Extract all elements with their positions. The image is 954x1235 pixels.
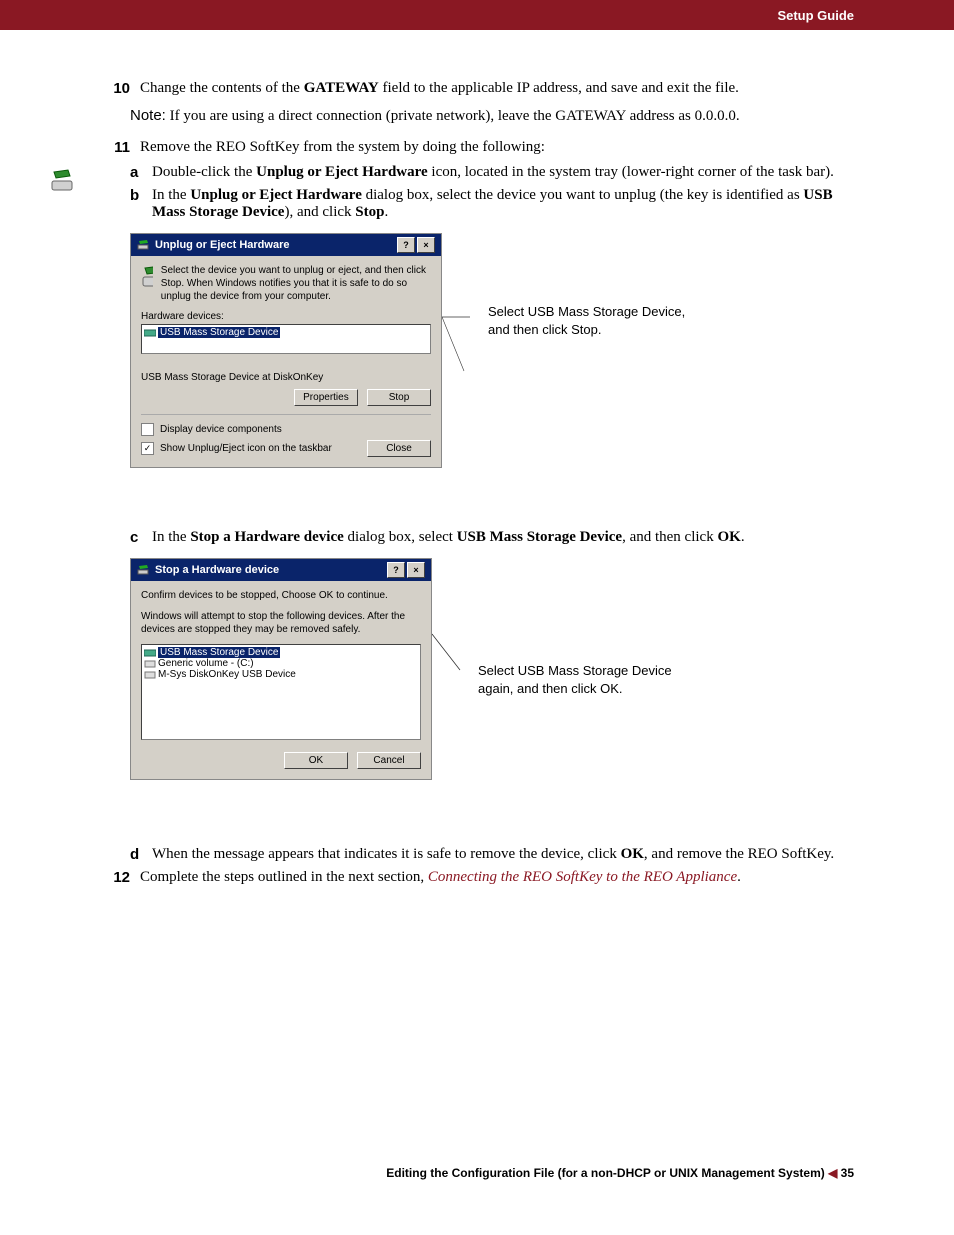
dialog-title: Unplug or Eject Hardware bbox=[155, 239, 289, 251]
step-10: 10 Change the contents of the GATEWAY fi… bbox=[100, 80, 854, 97]
step-number: 12 bbox=[100, 869, 140, 886]
hardware-devices-label: Hardware devices: bbox=[141, 311, 431, 322]
step-body: Change the contents of the GATEWAY field… bbox=[140, 80, 854, 97]
selected-device: USB Mass Storage Device bbox=[158, 647, 280, 658]
disk-icon bbox=[144, 670, 156, 680]
confirm-text: Confirm devices to be stopped, Choose OK… bbox=[141, 589, 421, 602]
volume-icon bbox=[144, 659, 156, 669]
step-body: Complete the steps outlined in the next … bbox=[140, 869, 854, 886]
close-button[interactable]: × bbox=[417, 237, 435, 253]
checkbox-checked[interactable]: ✓ bbox=[141, 442, 154, 455]
checkbox-unchecked[interactable] bbox=[141, 423, 154, 436]
eject-icon bbox=[137, 564, 151, 576]
close-button[interactable]: × bbox=[407, 562, 425, 578]
callout-line bbox=[442, 311, 472, 511]
page-header: Setup Guide bbox=[0, 0, 954, 30]
hardware-devices-list[interactable]: USB Mass Storage Device bbox=[141, 324, 431, 354]
substep-d: d When the message appears that indicate… bbox=[130, 846, 854, 863]
dialog-title: Stop a Hardware device bbox=[155, 564, 279, 576]
step-12: 12 Complete the steps outlined in the ne… bbox=[100, 869, 854, 886]
properties-button[interactable]: Properties bbox=[294, 389, 358, 406]
help-button[interactable]: ? bbox=[387, 562, 405, 578]
device-status: USB Mass Storage Device at DiskOnKey bbox=[141, 372, 431, 383]
figure-stop-dialog: Stop a Hardware device ? × Confirm devic… bbox=[130, 558, 854, 828]
device-icon bbox=[144, 648, 156, 658]
device-icon bbox=[144, 328, 156, 338]
unplug-dialog: Unplug or Eject Hardware ? × Select the … bbox=[130, 233, 442, 468]
stop-button[interactable]: Stop bbox=[367, 389, 431, 406]
display-components-checkbox-row[interactable]: Display device components bbox=[141, 423, 431, 436]
cross-reference-link[interactable]: Connecting the REO SoftKey to the REO Ap… bbox=[428, 869, 737, 885]
eject-hardware-icon bbox=[141, 264, 153, 290]
footer-section: Editing the Configuration File (for a no… bbox=[386, 1166, 824, 1180]
warning-text: Windows will attempt to stop the followi… bbox=[141, 610, 421, 636]
step-number: 10 bbox=[100, 80, 140, 97]
close-dialog-button[interactable]: Close bbox=[367, 440, 431, 457]
devices-to-stop-list[interactable]: USB Mass Storage Device Generic volume -… bbox=[141, 644, 421, 740]
note-10: Note: If you are using a direct connecti… bbox=[130, 107, 854, 125]
step-11: 11 Remove the REO SoftKey from the syste… bbox=[100, 139, 854, 156]
dialog-titlebar: Unplug or Eject Hardware ? × bbox=[131, 234, 441, 256]
show-icon-checkbox-row[interactable]: ✓ Show Unplug/Eject icon on the taskbar bbox=[141, 442, 332, 455]
callout-1: Select USB Mass Storage Device, and then… bbox=[488, 303, 688, 338]
substep-c: c In the Stop a Hardware device dialog b… bbox=[130, 529, 854, 546]
dialog-instructions: Select the device you want to unplug or … bbox=[161, 264, 431, 303]
header-title: Setup Guide bbox=[777, 8, 854, 23]
step-number: 11 bbox=[100, 139, 140, 156]
dialog-titlebar: Stop a Hardware device ? × bbox=[131, 559, 431, 581]
selected-device: USB Mass Storage Device bbox=[158, 327, 280, 338]
substep-b: b In the Unplug or Eject Hardware dialog… bbox=[130, 187, 854, 221]
callout-2: Select USB Mass Storage Device again, an… bbox=[478, 662, 678, 697]
note-text: If you are using a direct connection (pr… bbox=[170, 108, 740, 124]
step-body: Remove the REO SoftKey from the system b… bbox=[140, 139, 854, 156]
eject-icon bbox=[137, 239, 151, 251]
callout-line bbox=[432, 628, 462, 828]
page-footer: Editing the Configuration File (for a no… bbox=[100, 1166, 854, 1180]
page-number: 35 bbox=[841, 1166, 854, 1180]
note-label: Note: bbox=[130, 107, 166, 124]
substep-a: a Double-click the Unplug or Eject Hardw… bbox=[130, 164, 854, 181]
eject-hardware-margin-icon bbox=[50, 168, 78, 199]
page-content: 10 Change the contents of the GATEWAY fi… bbox=[0, 30, 954, 1220]
footer-separator-icon: ◀ bbox=[828, 1166, 841, 1180]
ok-button[interactable]: OK bbox=[284, 752, 348, 769]
figure-unplug-dialog: Unplug or Eject Hardware ? × Select the … bbox=[130, 233, 854, 511]
stop-hardware-dialog: Stop a Hardware device ? × Confirm devic… bbox=[130, 558, 432, 780]
help-button[interactable]: ? bbox=[397, 237, 415, 253]
cancel-button[interactable]: Cancel bbox=[357, 752, 421, 769]
